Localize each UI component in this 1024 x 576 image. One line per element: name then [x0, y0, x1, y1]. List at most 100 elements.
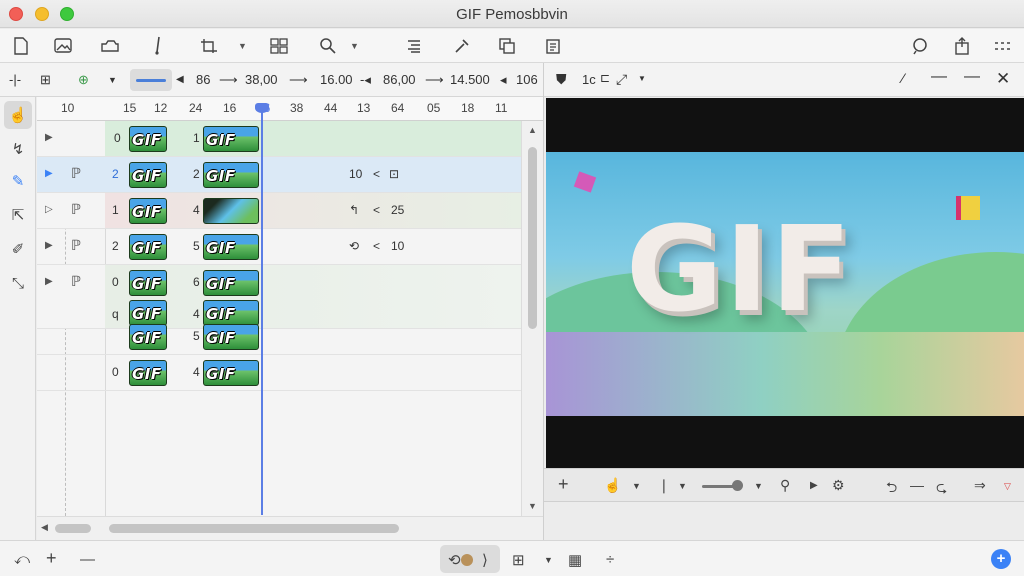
- minimize-panel-icon[interactable]: —: [931, 68, 947, 86]
- duplicate-icon[interactable]: [497, 34, 517, 58]
- export-dropdown-icon[interactable]: ▽: [1004, 481, 1011, 492]
- vertical-scroll-thumb[interactable]: [528, 147, 537, 329]
- frame-dropdown-icon[interactable]: ▼: [108, 75, 117, 85]
- collapse-panel-icon[interactable]: —: [964, 68, 980, 86]
- delay-value-1[interactable]: 86: [196, 72, 210, 87]
- eyedropper-icon[interactable]: [452, 34, 472, 58]
- pen-dropdown-icon[interactable]: ▼: [678, 481, 687, 491]
- expand-arrow-icon[interactable]: ▶: [45, 240, 53, 251]
- split-icon[interactable]: -|-: [9, 72, 21, 87]
- grid-icon[interactable]: [268, 34, 290, 58]
- layer-lock-icon[interactable]: ℙ: [71, 165, 81, 182]
- play-icon[interactable]: ▶: [810, 480, 818, 491]
- timeline-horizontal-scrollbar[interactable]: ◀: [37, 516, 543, 540]
- frame-option-icon[interactable]: ⊡: [389, 167, 399, 181]
- table-icon[interactable]: ▦: [568, 551, 582, 569]
- magic-tool-icon[interactable]: ⤡: [4, 269, 32, 297]
- horizontal-scroll-thumb[interactable]: [55, 524, 91, 533]
- frame-thumbnail[interactable]: GIF: [129, 360, 167, 386]
- loop-icon[interactable]: ⟲: [349, 239, 359, 253]
- remove-layer-icon[interactable]: —: [80, 551, 95, 568]
- delay-value-2[interactable]: 38,00: [245, 72, 278, 87]
- frame-thumbnail[interactable]: GIF: [129, 270, 167, 296]
- new-document-icon[interactable]: [12, 34, 30, 58]
- frame-thumbnail[interactable]: GIF: [203, 126, 259, 152]
- path-tool-icon[interactable]: ↯: [4, 135, 32, 163]
- timeline-mode-toggle[interactable]: [130, 69, 172, 91]
- settings-icon[interactable]: ⚙: [832, 477, 845, 494]
- zoom-icon[interactable]: [318, 34, 338, 58]
- frame-thumbnail[interactable]: GIF: [203, 234, 259, 260]
- horizontal-scroll-thumb[interactable]: [109, 524, 399, 533]
- clipboard-icon[interactable]: [543, 34, 563, 58]
- delay-value-4[interactable]: 86,00: [383, 72, 416, 87]
- frame-thumbnail[interactable]: [203, 198, 259, 224]
- frame-thumbnail[interactable]: GIF: [129, 198, 167, 224]
- frame-thumbnail[interactable]: GIF: [129, 324, 167, 350]
- frame-thumbnail[interactable]: GIF: [129, 162, 167, 188]
- scroll-left-icon[interactable]: ◀: [41, 522, 48, 533]
- resize-icon[interactable]: ⤢: [616, 71, 627, 88]
- frame-grid-dropdown-icon[interactable]: ▼: [544, 555, 553, 565]
- pencil-tool-icon[interactable]: ✎: [4, 167, 32, 195]
- close-panel-icon[interactable]: ✕: [996, 69, 1010, 89]
- share-icon[interactable]: [952, 34, 972, 58]
- layer-row-selected[interactable]: ▶ ℙ 2 GIF 2 GIF 10 < ⊡: [37, 157, 521, 193]
- crop-dropdown-icon[interactable]: ▼: [238, 41, 247, 51]
- frame-thumbnail[interactable]: GIF: [129, 234, 167, 260]
- delay-value-5[interactable]: 14.500: [450, 72, 490, 87]
- frame-thumbnail[interactable]: GIF: [203, 270, 259, 296]
- frame-delay[interactable]: 10: [349, 167, 362, 181]
- time-ruler[interactable]: 10 15 12 24 16 06 38 44 13 64 05 18 11: [37, 97, 543, 121]
- step-icon[interactable]: ⟩: [482, 551, 488, 569]
- frame-select-icon[interactable]: ⊞: [40, 72, 51, 88]
- image-icon[interactable]: [52, 34, 74, 58]
- scroll-up-icon[interactable]: ▲: [528, 125, 537, 135]
- zoom-dropdown-icon[interactable]: ▼: [350, 41, 359, 51]
- slider-dropdown-icon[interactable]: ▼: [754, 481, 763, 491]
- layer-row[interactable]: GIF 5 GIF: [37, 319, 521, 355]
- expand-arrow-icon[interactable]: ▶: [45, 168, 53, 179]
- expand-arrow-icon[interactable]: ▶: [45, 276, 53, 287]
- playhead[interactable]: [261, 105, 263, 515]
- more-icon[interactable]: [992, 34, 1012, 58]
- layer-row[interactable]: ▶ ℙ 0 GIF 6 GIF: [37, 265, 521, 301]
- hand-tool-icon[interactable]: ☝: [4, 101, 32, 129]
- frame-delay[interactable]: 25: [391, 203, 404, 217]
- shield-icon[interactable]: ⛊: [556, 71, 567, 88]
- brush-icon[interactable]: [150, 34, 166, 58]
- layer-row[interactable]: ▶ ℙ 2 GIF 5 GIF ⟲ < 10: [37, 229, 521, 265]
- transform-tool-icon[interactable]: ⇱: [4, 201, 32, 229]
- loop-icon[interactable]: ⟲: [448, 551, 461, 569]
- transition-icon[interactable]: ↰: [349, 203, 359, 217]
- expand-arrow-icon[interactable]: ▷: [45, 204, 53, 215]
- layer-row[interactable]: 0 GIF 4 GIF: [37, 355, 521, 391]
- preview-zoom[interactable]: 1c: [582, 72, 596, 87]
- resize-dropdown-icon[interactable]: ▼: [638, 74, 646, 83]
- frame-thumbnail[interactable]: GIF: [203, 162, 259, 188]
- brush-tool-icon[interactable]: ✐: [4, 235, 32, 263]
- align-icon[interactable]: [404, 34, 424, 58]
- prev-arrow-icon[interactable]: ◀: [176, 74, 184, 85]
- zoom-slider-knob[interactable]: [732, 480, 743, 491]
- diagonal-icon[interactable]: ⁄: [902, 70, 904, 86]
- add-icon[interactable]: +: [558, 474, 569, 495]
- hand-dropdown-icon[interactable]: ▼: [632, 481, 641, 491]
- frame-thumbnail[interactable]: GIF: [203, 324, 259, 350]
- frame-delay[interactable]: 10: [391, 239, 404, 253]
- export-arrow-icon[interactable]: ⇒: [974, 477, 986, 494]
- frame-grid-icon[interactable]: ⊞: [512, 551, 525, 569]
- layer-lock-icon[interactable]: ℙ: [71, 201, 81, 218]
- hand-icon[interactable]: ☝: [604, 477, 621, 494]
- delay-value-6[interactable]: 106: [516, 72, 538, 87]
- undo-icon[interactable]: ⤺: [14, 551, 30, 568]
- layer-lock-icon[interactable]: ℙ: [71, 237, 81, 254]
- layers-icon[interactable]: [100, 34, 120, 58]
- layer-row[interactable]: ▶ 0 GIF 1 GIF: [37, 121, 521, 157]
- frame-thumbnail[interactable]: GIF: [203, 360, 259, 386]
- minus-icon[interactable]: —: [910, 477, 924, 493]
- scroll-down-icon[interactable]: ▼: [528, 501, 537, 511]
- preview-canvas[interactable]: GIF: [546, 98, 1024, 468]
- timeline-vertical-scrollbar[interactable]: ▲ ▼: [521, 121, 543, 516]
- add-button[interactable]: +: [991, 549, 1011, 569]
